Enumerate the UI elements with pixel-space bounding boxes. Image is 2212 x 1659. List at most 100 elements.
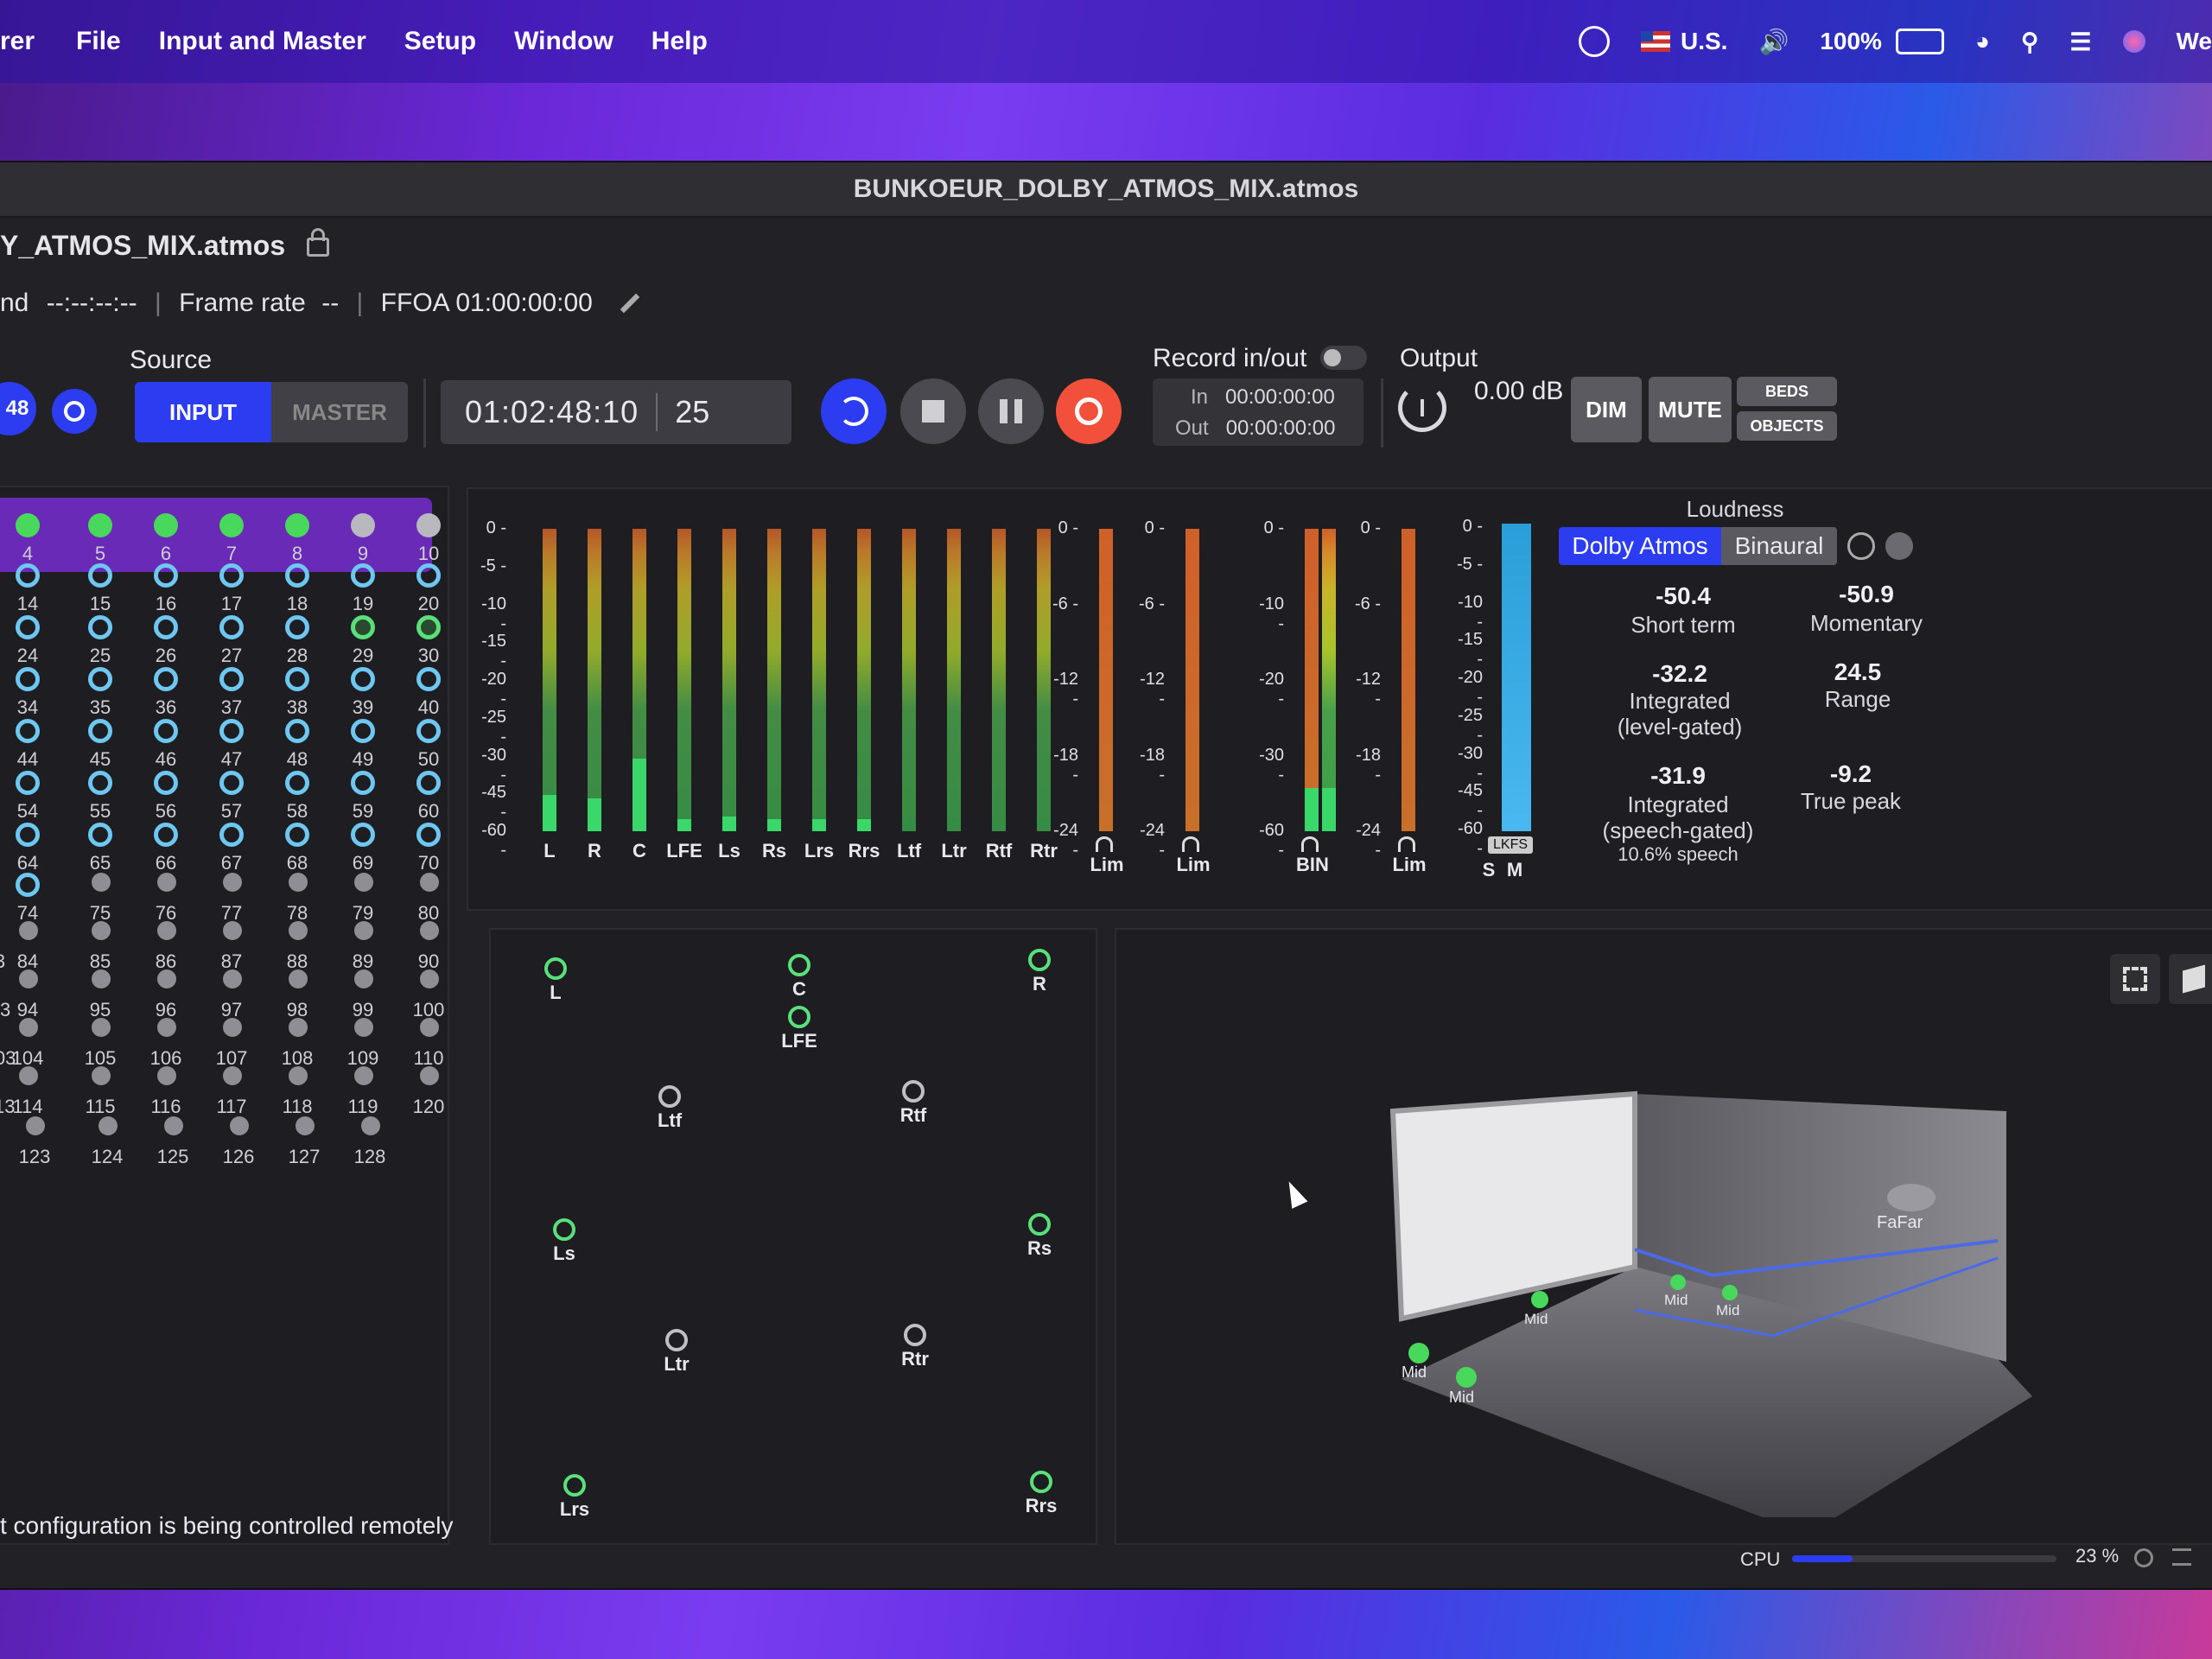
input-channel-dot[interactable] <box>154 563 178 588</box>
input-channel-dot[interactable] <box>92 873 111 892</box>
speaker-rtf[interactable] <box>902 1080 925 1103</box>
input-channel-dot[interactable] <box>420 921 439 940</box>
input-channel-dot[interactable] <box>154 719 178 743</box>
input-channel-dot[interactable] <box>154 771 178 795</box>
input-channel-dot[interactable] <box>19 921 38 940</box>
input-channel-dot[interactable] <box>285 563 309 588</box>
menu-setup[interactable]: Setup <box>404 27 476 56</box>
speaker-r[interactable] <box>1028 949 1051 971</box>
stop-button[interactable] <box>900 378 966 444</box>
input-channel-dot[interactable] <box>296 1116 315 1135</box>
input-channel-dot[interactable] <box>420 1066 439 1085</box>
input-channel-dot[interactable] <box>16 771 40 795</box>
objects-button[interactable]: OBJECTS <box>1737 411 1837 441</box>
input-channel-dot[interactable] <box>351 615 375 639</box>
input-channel-dot[interactable] <box>219 719 244 743</box>
lock-icon[interactable] <box>307 228 330 257</box>
input-channel-dot[interactable] <box>289 1066 308 1085</box>
record-out-row[interactable]: Out 00:00:00:00 <box>1175 416 1335 441</box>
input-channel-dot[interactable] <box>88 719 112 743</box>
input-channel-dot[interactable] <box>420 1018 439 1037</box>
control-center-icon[interactable]: ☰ <box>2069 28 2091 56</box>
input-channel-dot[interactable] <box>420 969 439 988</box>
input-channel-dot[interactable] <box>88 615 112 639</box>
input-channel-dot[interactable] <box>157 969 176 988</box>
input-channel-dot[interactable] <box>219 667 244 691</box>
speaker-lfe[interactable] <box>788 1006 810 1028</box>
input-channel-dot[interactable] <box>223 873 242 892</box>
input-channel-dot[interactable] <box>92 969 111 988</box>
input-channel-dot[interactable] <box>230 1116 249 1135</box>
input-channel-dot[interactable] <box>154 823 178 847</box>
input-channel-dot[interactable] <box>88 667 112 691</box>
loudness-tab-dolby-atmos[interactable]: Dolby Atmos <box>1559 527 1721 565</box>
input-channel-dot[interactable] <box>92 921 111 940</box>
input-channel-dot[interactable] <box>354 1066 373 1085</box>
input-channel-dot[interactable] <box>223 1018 242 1037</box>
fullscreen-button[interactable] <box>2110 954 2160 1004</box>
menu-lines-icon[interactable] <box>2172 1548 2191 1566</box>
input-channel-dot[interactable] <box>16 823 40 847</box>
input-channel-dot[interactable] <box>351 771 375 795</box>
input-channel-dot[interactable] <box>88 823 112 847</box>
menu-input-master[interactable]: Input and Master <box>159 27 366 56</box>
input-channel-dot[interactable] <box>416 667 441 691</box>
input-channel-dot[interactable] <box>285 771 309 795</box>
menu-help[interactable]: Help <box>652 27 708 56</box>
input-channel-dot[interactable] <box>223 921 242 940</box>
input-channel-dot[interactable] <box>88 771 112 795</box>
input-channel-dot[interactable] <box>219 771 244 795</box>
input-channel-dot[interactable] <box>157 1018 176 1037</box>
return-to-start-button[interactable] <box>821 378 887 444</box>
input-channel-dot[interactable] <box>289 921 308 940</box>
input-channel-dot[interactable] <box>420 873 439 892</box>
reset-cpu-icon[interactable] <box>2134 1548 2153 1567</box>
menu-file[interactable]: File <box>76 27 121 56</box>
input-channel-dot[interactable] <box>351 563 375 588</box>
input-channel-dot[interactable] <box>154 667 178 691</box>
input-channel-dot[interactable] <box>99 1116 118 1135</box>
speaker-ltf[interactable] <box>658 1085 681 1108</box>
transport-timecode-box[interactable]: 01:02:48:10 25 <box>441 380 791 444</box>
input-channel-dot[interactable] <box>223 1066 242 1085</box>
menu-window[interactable]: Window <box>514 27 613 56</box>
input-channel-dot[interactable] <box>223 969 242 988</box>
mid-object[interactable] <box>1456 1367 1477 1388</box>
user-name-fragment[interactable]: We <box>2177 28 2212 55</box>
input-channel-dot[interactable] <box>88 563 112 588</box>
input-channel-dot[interactable] <box>354 969 373 988</box>
output-level-knob[interactable] <box>1398 384 1446 432</box>
input-channel-dot[interactable] <box>416 513 441 537</box>
input-channel-dot[interactable] <box>351 719 375 743</box>
input-channel-dot[interactable] <box>92 1018 111 1037</box>
input-channel-dot[interactable] <box>157 873 176 892</box>
channel-count-badge[interactable]: 48 <box>0 382 36 435</box>
loudness-tab-binaural[interactable]: Binaural <box>1721 527 1837 565</box>
input-channel-dot[interactable] <box>92 1066 111 1085</box>
mid-object[interactable] <box>1531 1291 1548 1308</box>
input-channel-dot[interactable] <box>289 873 308 892</box>
input-channel-dot[interactable] <box>16 615 40 639</box>
speaker-ltr[interactable] <box>665 1329 688 1351</box>
source-input-button[interactable]: INPUT <box>135 382 271 442</box>
input-channel-dot[interactable] <box>154 513 178 537</box>
edit-pencil-icon[interactable] <box>620 293 640 314</box>
record-in-row[interactable]: In 00:00:00:00 <box>1191 385 1335 410</box>
input-channel-dot[interactable] <box>416 615 441 639</box>
input-channel-dot[interactable] <box>289 969 308 988</box>
wifi-icon[interactable]: ◕ <box>1975 28 1990 55</box>
input-channel-dot[interactable] <box>416 823 441 847</box>
input-channel-dot[interactable] <box>157 1066 176 1085</box>
input-channel-dot[interactable] <box>164 1116 183 1135</box>
menu-app-name[interactable]: rer <box>0 27 35 56</box>
input-channel-dot[interactable] <box>16 719 40 743</box>
input-channel-dot[interactable] <box>26 1116 45 1135</box>
input-channel-dot[interactable] <box>289 1018 308 1037</box>
pause-button[interactable] <box>978 378 1044 444</box>
mid-object[interactable] <box>1408 1343 1429 1363</box>
mid-object[interactable] <box>1670 1274 1686 1290</box>
speaker-ls[interactable] <box>553 1218 575 1241</box>
keyboard-layout[interactable]: U.S. <box>1681 28 1727 55</box>
input-channel-dot[interactable] <box>351 513 375 537</box>
input-channel-dot[interactable] <box>157 921 176 940</box>
